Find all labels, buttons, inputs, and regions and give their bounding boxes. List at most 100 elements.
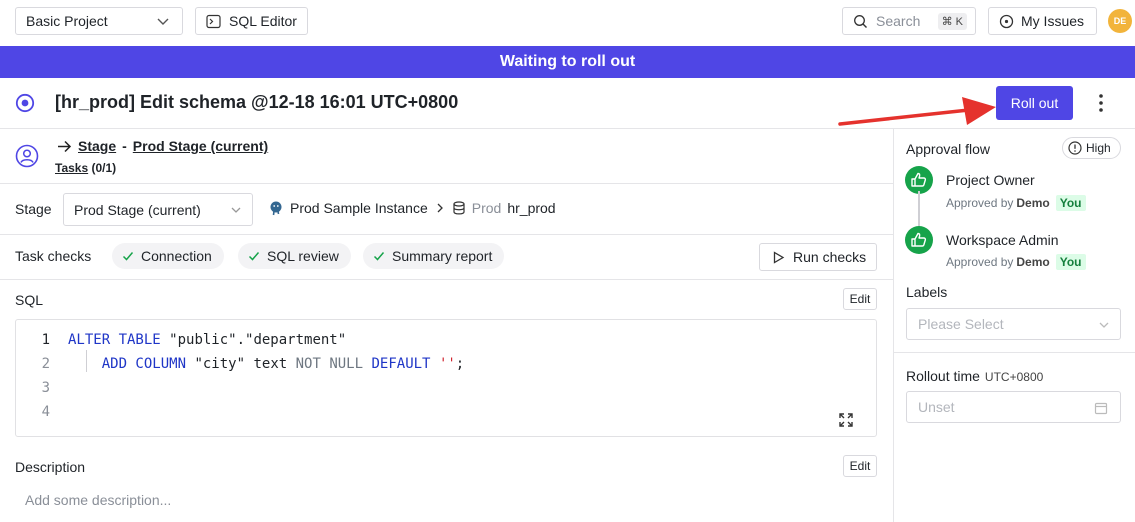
environment-label: Prod [471, 200, 502, 216]
database-link[interactable]: hr_prod [507, 200, 555, 216]
search-icon [854, 14, 867, 28]
rollout-timezone: UTC+0800 [984, 370, 1044, 384]
assignee-icon[interactable] [15, 144, 39, 168]
labels-title: Labels [906, 284, 948, 300]
project-select[interactable]: Basic Project [15, 7, 183, 35]
check-chip-label: Connection [141, 248, 212, 264]
play-icon [773, 250, 785, 264]
instance-link[interactable]: Prod Sample Instance [290, 200, 428, 216]
status-banner: Waiting to roll out [0, 46, 1135, 78]
status-in-progress-icon [15, 93, 35, 113]
chevron-down-icon [157, 18, 169, 25]
database-icon [453, 201, 465, 215]
check-chip-label: Summary report [392, 248, 493, 264]
description-label: Description [15, 459, 86, 475]
run-checks-label: Run checks [793, 249, 867, 265]
chevron-down-icon [1099, 322, 1109, 328]
task-checks-label: Task checks [15, 248, 92, 264]
approved-thumb-icon [905, 226, 933, 254]
check-icon [122, 252, 134, 261]
labels-select[interactable]: Please Select [906, 308, 1121, 340]
step-connector [918, 191, 920, 227]
code-text: ADD COLUMN "city" text NOT NULL DEFAULT … [101, 356, 465, 372]
instance-breadcrumb: Prod Sample Instance Prod hr_prod [268, 200, 556, 216]
line-number: 4 [41, 404, 50, 420]
postgresql-icon [270, 201, 282, 216]
code-line: 4 [16, 400, 50, 424]
code-line: 2 ADD COLUMN "city" text NOT NULL DEFAUL… [16, 352, 465, 376]
approved-by-text: Approved by [946, 255, 1014, 269]
approved-thumb-icon [905, 166, 933, 194]
you-badge: You [1055, 195, 1086, 211]
issue-header: [hr_prod] Edit schema @12-18 16:01 UTC+0… [0, 78, 1135, 129]
search-input[interactable]: Search ⌘ K [842, 7, 976, 35]
check-icon [248, 252, 260, 261]
sql-editor-label: SQL Editor [229, 13, 297, 29]
chevron-right-icon [437, 203, 443, 213]
my-issues-button[interactable]: My Issues [988, 7, 1097, 35]
calendar-icon [1094, 402, 1108, 415]
terminal-icon [206, 14, 221, 28]
sql-editor-button[interactable]: SQL Editor [195, 7, 308, 35]
issue-circle-icon [999, 14, 1014, 28]
roll-out-button[interactable]: Roll out [996, 86, 1073, 120]
risk-label: High [1086, 141, 1111, 155]
approval-step-status: Approved by Demo You [946, 195, 1086, 211]
rollout-time-placeholder: Unset [918, 399, 955, 415]
check-chip-sql-review[interactable]: SQL review [238, 243, 351, 269]
approver-name: Demo [1016, 196, 1050, 210]
approval-flow-title: Approval flow [906, 141, 991, 157]
sidebar-panel: Approval flow High Project Owner Approve… [894, 129, 1135, 522]
search-placeholder: Search [876, 13, 921, 29]
labels-placeholder: Please Select [918, 316, 1004, 332]
page-title: [hr_prod] Edit schema @12-18 16:01 UTC+0… [55, 92, 459, 112]
description-placeholder[interactable]: Add some description... [25, 492, 171, 508]
sql-editor[interactable]: 1 ALTER TABLE "public"."department" 2 AD… [15, 319, 877, 437]
check-chip-label: SQL review [267, 248, 339, 264]
sql-section-label: SQL [15, 292, 44, 308]
rollout-time-title: Rollout time UTC+0800 [906, 368, 1043, 384]
description-edit-button[interactable]: Edit [843, 455, 877, 477]
stage-separator: - [122, 138, 127, 154]
task-checks-row: Task checks Connection SQL review Summar… [0, 235, 893, 280]
divider [894, 352, 1135, 353]
sql-edit-button[interactable]: Edit [843, 288, 877, 310]
you-badge: You [1055, 254, 1086, 270]
top-bar: Basic Project SQL Editor Search ⌘ K My I… [0, 0, 1135, 46]
stage-select[interactable]: Prod Stage (current) [63, 193, 253, 226]
arrow-right-icon [58, 140, 72, 152]
main-content: Stage - Prod Stage (current) Tasks (0/1)… [0, 129, 893, 522]
more-vertical-icon[interactable] [1092, 92, 1110, 114]
stage-select-value: Prod Stage (current) [74, 201, 201, 218]
stage-name-link[interactable]: Prod Stage (current) [133, 138, 268, 154]
line-number: 1 [41, 332, 50, 348]
check-chip-summary-report[interactable]: Summary report [363, 243, 505, 269]
approval-step-role: Workspace Admin [946, 232, 1059, 248]
rollout-time-label: Rollout time [906, 368, 980, 384]
expand-icon[interactable] [838, 412, 854, 428]
tasks-count: (0/1) [91, 161, 117, 175]
stage-row: Stage Prod Stage (current) Prod Sample I… [0, 184, 893, 235]
approval-step-status: Approved by Demo You [946, 254, 1086, 270]
run-checks-button[interactable]: Run checks [759, 243, 877, 271]
check-chip-connection[interactable]: Connection [112, 243, 224, 269]
approval-step-role: Project Owner [946, 172, 1035, 188]
stage-link[interactable]: Stage [78, 138, 116, 154]
alert-circle-icon [1068, 141, 1082, 155]
code-line: 3 [16, 376, 50, 400]
rollout-time-input[interactable]: Unset [906, 391, 1121, 423]
stage-header: Stage - Prod Stage (current) Tasks (0/1) [0, 129, 893, 184]
line-number: 3 [41, 380, 50, 396]
tasks-link[interactable]: Tasks [55, 161, 88, 175]
project-select-value: Basic Project [26, 13, 108, 29]
code-line: 1 ALTER TABLE "public"."department" [16, 328, 347, 352]
line-number: 2 [41, 356, 50, 372]
code-text: ALTER TABLE "public"."department" [68, 332, 347, 348]
tasks-summary: Tasks (0/1) [55, 161, 116, 175]
my-issues-label: My Issues [1021, 13, 1085, 29]
avatar[interactable]: DE [1108, 9, 1132, 33]
chevron-down-icon [231, 207, 241, 213]
approver-name: Demo [1016, 255, 1050, 269]
approved-by-text: Approved by [946, 196, 1014, 210]
risk-badge: High [1062, 137, 1121, 159]
